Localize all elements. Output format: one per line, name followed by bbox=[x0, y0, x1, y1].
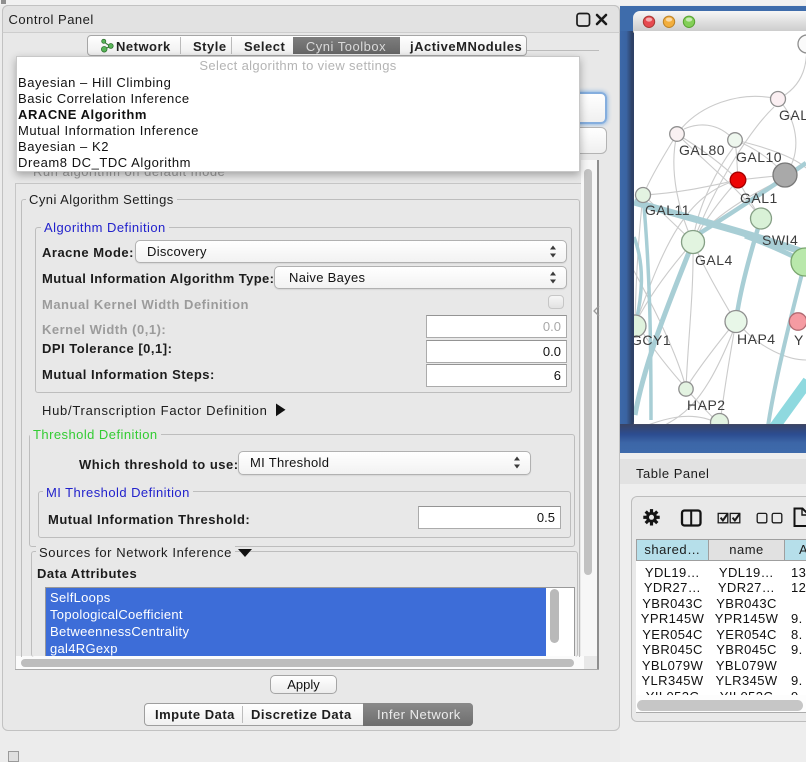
svg-text:HAP4: HAP4 bbox=[737, 331, 776, 347]
svg-text:GAL4: GAL4 bbox=[695, 252, 733, 268]
svg-text:GAL1: GAL1 bbox=[740, 190, 778, 206]
svg-text:GAL11: GAL11 bbox=[645, 202, 690, 218]
svg-text:HAP2: HAP2 bbox=[687, 397, 726, 413]
svg-text:GAL80: GAL80 bbox=[679, 142, 725, 158]
svg-text:GAL10: GAL10 bbox=[736, 149, 782, 165]
svg-text:Y: Y bbox=[794, 332, 804, 348]
svg-text:SWI4: SWI4 bbox=[762, 232, 798, 248]
svg-text:GCY1: GCY1 bbox=[634, 332, 671, 348]
svg-text:GAL2: GAL2 bbox=[779, 107, 806, 123]
